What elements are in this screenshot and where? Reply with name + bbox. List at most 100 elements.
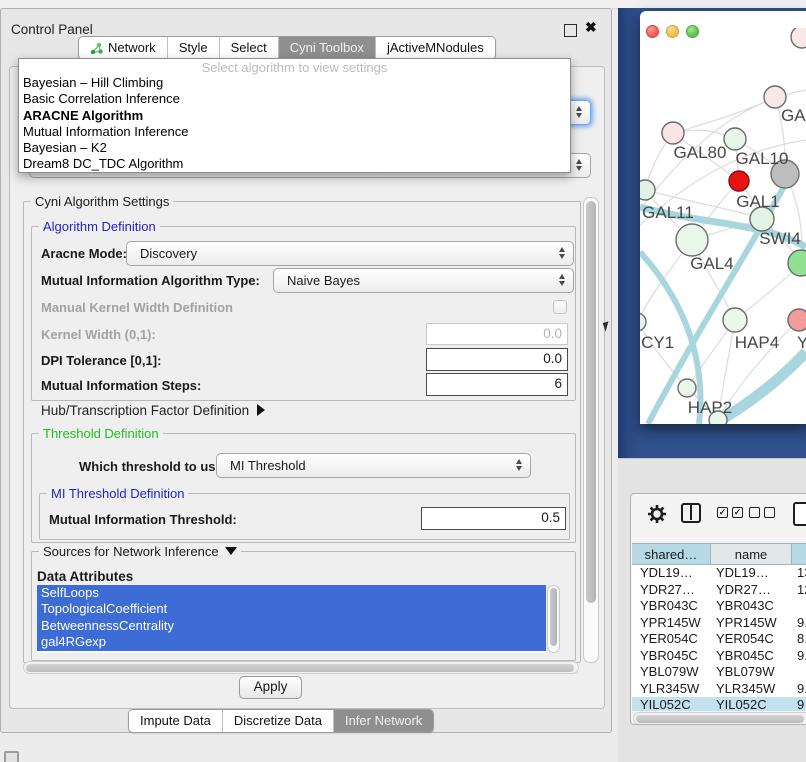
dropdown-item-aracne-algorithm[interactable]: ARACNE Algorithm — [19, 108, 570, 124]
combo-arrows-icon — [559, 274, 565, 286]
table-cell: YBL079W — [711, 664, 792, 681]
node-label: Y — [797, 333, 806, 352]
network-node[interactable] — [723, 308, 747, 332]
network-node[interactable] — [791, 28, 806, 48]
network-node[interactable] — [676, 224, 708, 256]
manual-kernel-width-label: Manual Kernel Width Definition — [41, 300, 233, 315]
table-panel-region: Table Panel ✓✓ shared…name — [618, 458, 806, 762]
table-cell: YBR043C — [632, 598, 711, 615]
dropdown-item-mutual-information-inference[interactable]: Mutual Information Inference — [19, 124, 570, 140]
attribute-item-topologicalcoefficient[interactable]: TopologicalCoefficient — [37, 601, 546, 617]
table-row[interactable]: YBL079WYBL079W — [632, 664, 806, 681]
attributes-list-scrollbar[interactable] — [547, 585, 560, 653]
table-horizontal-scrollbar[interactable] — [633, 712, 806, 725]
table-row[interactable]: YIL052CYIL052C9 — [632, 697, 806, 711]
table-cell: YBR045C — [632, 648, 711, 665]
float-panel-icon[interactable] — [564, 24, 577, 37]
table-row[interactable]: YBR045CYBR045C9. — [632, 648, 806, 665]
network-node[interactable] — [764, 86, 786, 108]
expander-arrow-icon — [257, 404, 265, 416]
apply-button[interactable]: Apply — [239, 676, 302, 699]
network-canvas[interactable]: GAL80GAL10GALGAL11GAL1SWI4GAL4GCY1HAP4YH… — [640, 28, 806, 424]
dropdown-item-bayesian-hill-climbing[interactable]: Bayesian – Hill Climbing — [19, 75, 570, 91]
network-node[interactable] — [788, 309, 806, 331]
select-all-columns-icon[interactable]: ✓✓ — [717, 507, 743, 518]
column-header-shared-[interactable]: shared… — [632, 543, 711, 565]
mi-steps-field[interactable]: 6 — [426, 373, 568, 396]
which-threshold-value: MI Threshold — [230, 458, 306, 473]
combo-arrows-icon — [516, 459, 522, 471]
network-node[interactable] — [640, 313, 646, 331]
network-icon — [90, 42, 103, 55]
network-edge — [673, 97, 775, 133]
network-node[interactable] — [729, 171, 749, 191]
tab-cyni-toolbox[interactable]: Cyni Toolbox — [278, 37, 375, 59]
table-cell: 12 — [792, 582, 806, 599]
node-label: GAL11 — [642, 203, 694, 222]
aracne-mode-combo[interactable]: Discovery — [126, 241, 574, 266]
table-cell: YDR27… — [632, 582, 711, 599]
control-panel-tabs: Network Style Select Cyni ToolboxjActiveMNo… — [78, 36, 496, 60]
dropdown-items: Bayesian – Hill ClimbingBasic Correlatio… — [19, 75, 570, 173]
hub-definition-expander[interactable]: Hub/Transcription Factor Definition — [41, 403, 265, 418]
attribute-item-betweennesscentrality[interactable]: BetweennessCentrality — [37, 618, 546, 634]
table-row[interactable]: YDR27…YDR27…12 — [632, 582, 806, 599]
docked-panel-icon[interactable] — [4, 751, 19, 762]
kernel-width-field[interactable]: 0.0 — [426, 323, 568, 345]
table-body: YDL19…YDL19…13YDR27…YDR27…12YBR043CYBR04… — [632, 565, 806, 711]
network-node[interactable] — [724, 128, 746, 150]
bottom-tabs: Impute DataDiscretize DataInfer Network — [128, 709, 434, 733]
manual-kernel-width-checkbox[interactable] — [553, 300, 567, 314]
tab-jactivemnodules[interactable]: jActiveMNodules — [375, 37, 495, 59]
tab-style[interactable]: Style — [167, 37, 219, 59]
which-threshold-combo[interactable]: MI Threshold — [216, 453, 531, 478]
table-row[interactable]: YPR145WYPR145W9. — [632, 615, 806, 632]
tab-discretize-data[interactable]: Discretize Data — [222, 710, 333, 732]
table-row[interactable]: YLR345WYLR345W9. — [632, 681, 806, 698]
settings-horizontal-scrollbar[interactable] — [23, 661, 579, 674]
network-node[interactable] — [640, 180, 655, 200]
table-cell: YLR345W — [711, 681, 792, 698]
table-header: shared…nameA — [632, 543, 806, 565]
threshold-definition-title: Threshold Definition — [39, 426, 163, 441]
dropdown-item-bayesian-k2[interactable]: Bayesian – K2 — [19, 140, 570, 156]
attribute-item-selfloops[interactable]: SelfLoops — [37, 585, 546, 601]
network-window[interactable]: GAL80GAL10GALGAL11GAL1SWI4GAL4GCY1HAP4YH… — [640, 11, 806, 424]
collapse-arrow-icon — [225, 547, 237, 555]
tab-select[interactable]: Select — [219, 37, 278, 59]
column-header-a[interactable]: A — [792, 543, 806, 565]
network-node[interactable] — [662, 122, 684, 144]
tab-label: Select — [231, 37, 267, 59]
table-row[interactable]: YBR043CYBR043C — [632, 598, 806, 615]
table-mode-icon[interactable] — [793, 502, 806, 526]
attributes-scrollbar-thumb[interactable] — [550, 588, 557, 646]
deselect-all-columns-icon[interactable] — [749, 507, 775, 518]
table-row[interactable]: YER054CYER054C8. — [632, 631, 806, 648]
tab-network[interactable]: Network — [79, 37, 167, 59]
node-label: HAP2 — [688, 398, 732, 417]
network-node[interactable] — [678, 379, 696, 397]
settings-scrollbar-thumb[interactable] — [586, 201, 596, 603]
table-cell: YDL19… — [632, 565, 711, 582]
dropdown-item-dream8-dc-tdc-algorithm[interactable]: Dream8 DC_TDC Algorithm — [19, 156, 570, 172]
split-columns-icon[interactable] — [681, 503, 701, 523]
settings-hscrollbar-thumb[interactable] — [26, 664, 574, 672]
tab-impute-data[interactable]: Impute Data — [129, 710, 222, 732]
attribute-item-gal4rgexp[interactable]: gal4RGexp — [37, 634, 546, 650]
mi-threshold-field[interactable]: 0.5 — [421, 507, 566, 530]
tab-label: Network — [108, 37, 156, 59]
algorithm-dropdown-popup: Select algorithm to view settings Bayesi… — [18, 58, 571, 173]
table-row[interactable]: YDL19…YDL19…13 — [632, 565, 806, 582]
table-hscrollbar-thumb[interactable] — [636, 715, 804, 723]
sources-group-title[interactable]: Sources for Network Inference — [39, 544, 241, 559]
mi-algorithm-type-combo[interactable]: Naive Bayes — [273, 268, 574, 293]
gear-icon[interactable] — [646, 503, 668, 530]
table-cell: YPR145W — [711, 615, 792, 632]
column-header-name[interactable]: name — [711, 543, 792, 565]
tab-infer-network[interactable]: Infer Network — [333, 710, 433, 732]
dropdown-item-basic-correlation-inference[interactable]: Basic Correlation Inference — [19, 91, 570, 107]
network-node[interactable] — [788, 250, 806, 276]
close-panel-icon[interactable]: ✖ — [585, 19, 597, 36]
settings-vertical-scrollbar[interactable] — [583, 197, 599, 663]
dpi-tolerance-field[interactable]: 0.0 — [426, 348, 568, 371]
